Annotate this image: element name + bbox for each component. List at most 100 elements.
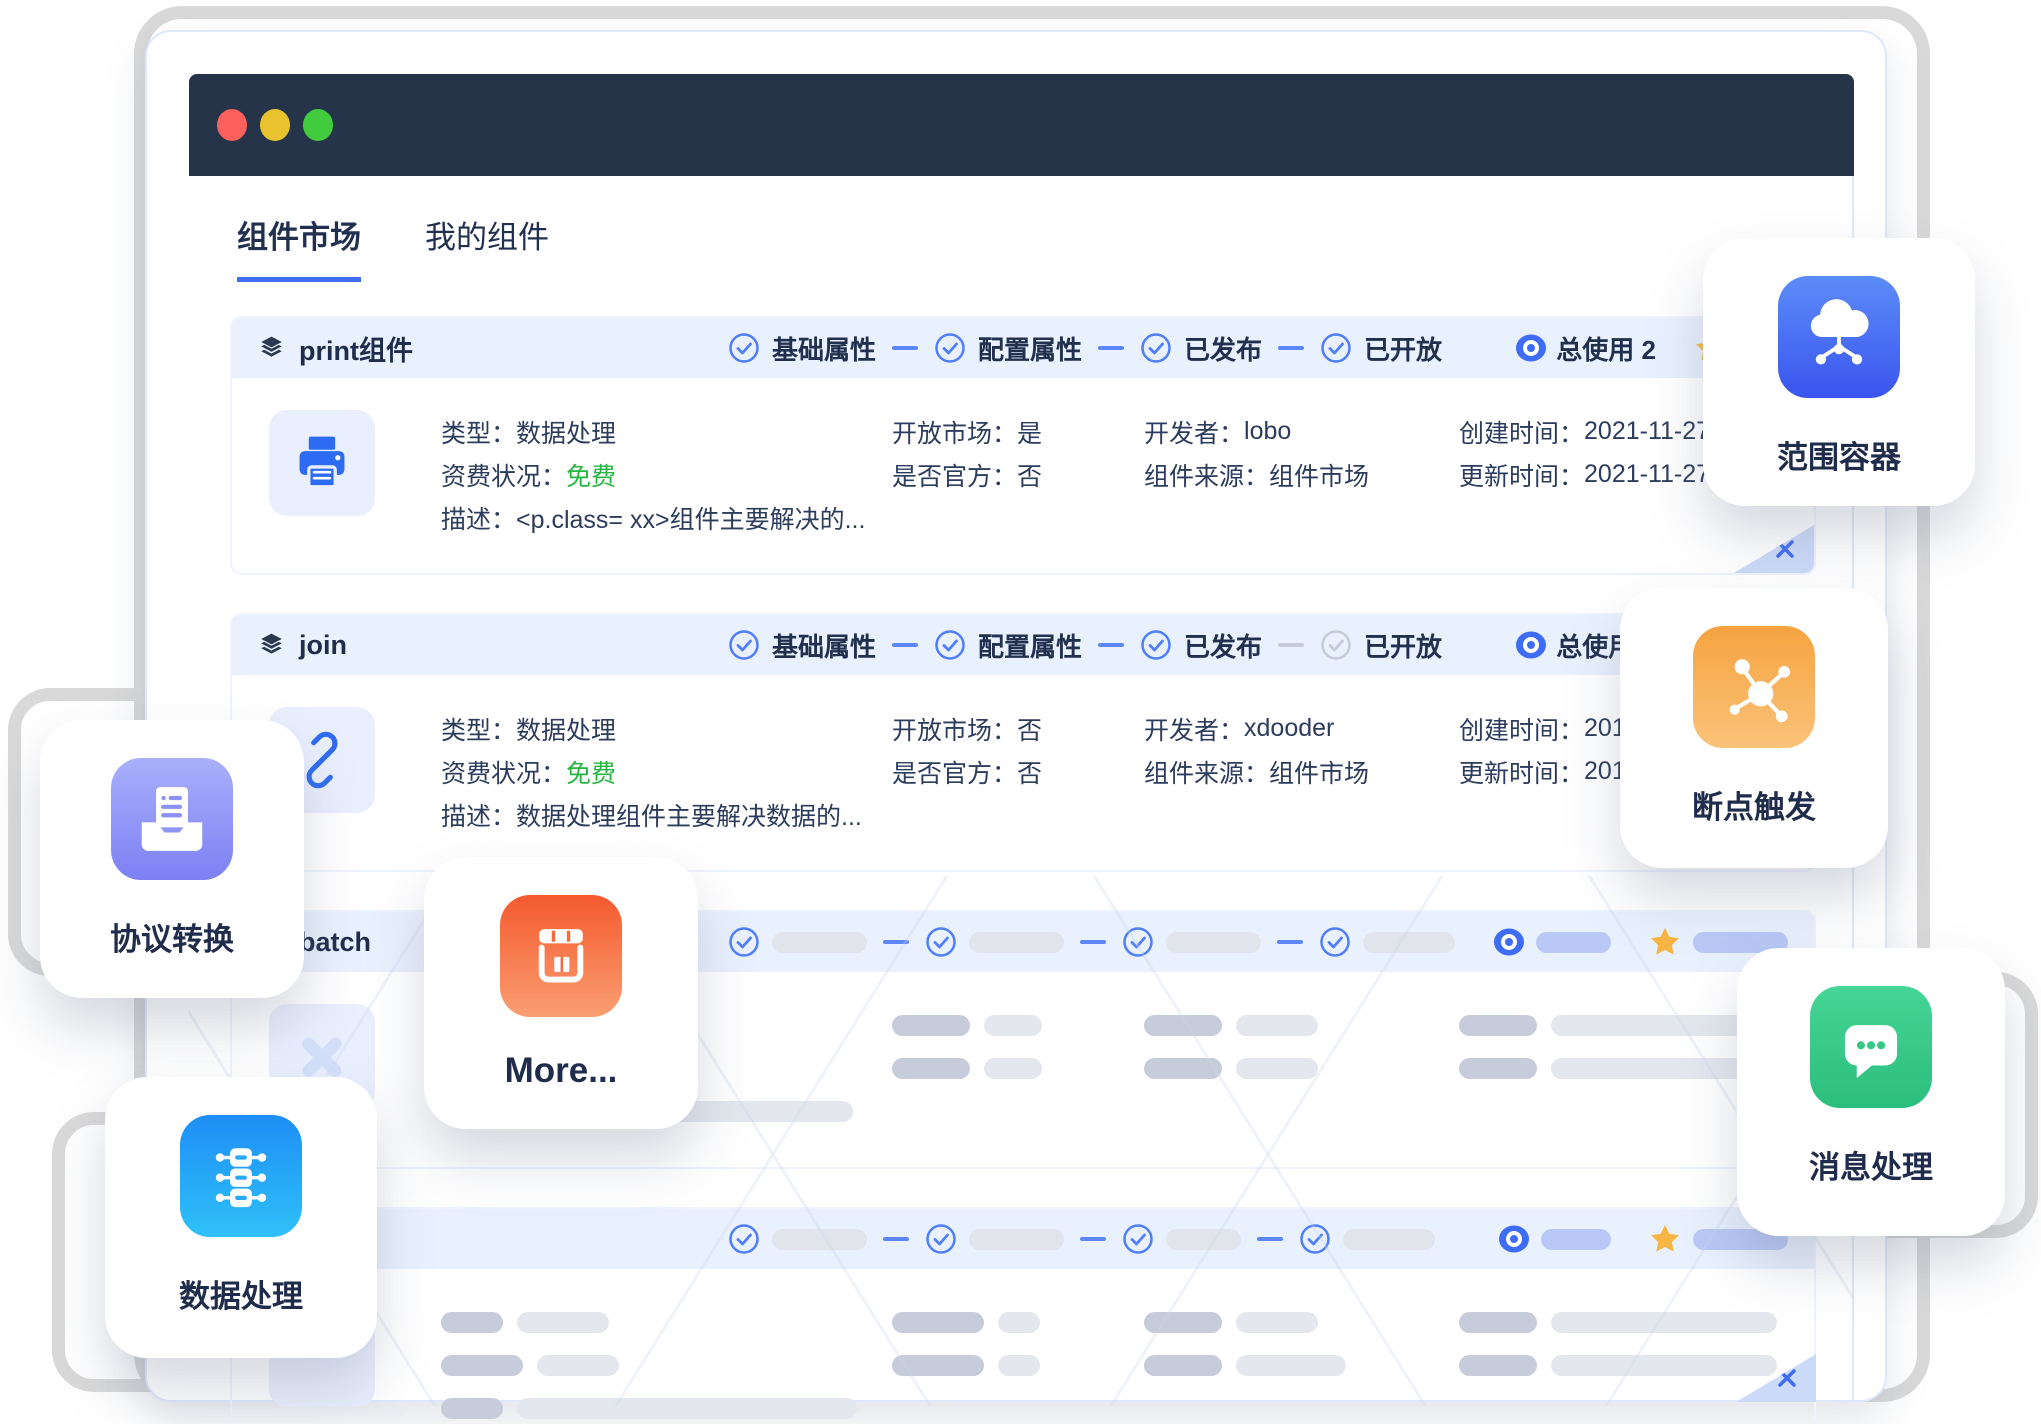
field-value: 数据处理 [516,711,616,747]
star-icon [1649,926,1681,958]
step-dash [883,940,909,944]
field-label: 组件来源： [1144,457,1269,493]
float-card-label: 数据处理 [179,1271,303,1316]
field-value: <p.class= xx>组件主要解决的... [516,500,865,536]
field-label: 更新时间： [1459,457,1584,493]
minimize-traffic-light-icon[interactable] [260,109,290,141]
field-label: 创建时间： [1459,414,1584,450]
component-details: 类型：数据处理 资费状况：免费 描述：<p.class= xx>组件主要解决的.… [232,378,1814,573]
eye-icon [1499,1224,1529,1254]
skeleton-pill [969,932,1064,953]
skeleton-pill [998,1355,1040,1376]
field-label: 类型： [441,414,516,450]
skeleton-pill [517,1312,609,1333]
layers-icon [258,335,285,362]
data-nodes-icon [180,1115,302,1237]
status-steps-skeleton [728,1223,1435,1255]
skeleton-pill [517,1398,857,1419]
layers-icon [258,632,285,659]
skeleton-pill [1343,1229,1435,1250]
component-row-join[interactable]: join 基础属性 配置属性 已发布 已开放 [230,613,1816,872]
field-value: 否 [1017,457,1042,493]
check-circle-icon [728,332,760,364]
check-circle-icon [728,1223,760,1255]
skeleton-pill [1541,1229,1611,1250]
cloud-network-icon [1778,276,1900,398]
skeleton-pill [1236,1312,1318,1333]
float-card-protocol-conversion[interactable]: 协议转换 [40,720,304,998]
float-card-label: 断点触发 [1692,782,1816,827]
field-label: 是否官方： [892,457,1017,493]
skeleton-pill [984,1058,1042,1079]
field-value: 数据处理 [516,414,616,450]
component-name: batch [299,927,371,958]
tab-component-market[interactable]: 组件市场 [237,212,361,282]
skeleton-pill [969,1229,1064,1250]
check-circle-icon [1320,332,1352,364]
field-value: lobo [1244,417,1291,446]
step-dash [1080,940,1106,944]
status-steps-skeleton [728,926,1455,958]
field-label: 开发者： [1144,711,1244,747]
skeleton-pill [998,1312,1040,1333]
float-card-data-processing[interactable]: 数据处理 [105,1077,377,1358]
eye-icon [1494,927,1524,957]
step-dash [1080,1237,1106,1241]
component-row-skeleton[interactable] [230,1207,1816,1424]
check-circle-icon [925,926,957,958]
skeleton-pill [1144,1312,1222,1333]
store-icon [500,895,622,1017]
check-circle-icon [925,1223,957,1255]
skeleton-pill [1459,1058,1537,1079]
field-value: xdooder [1244,714,1334,743]
check-circle-icon [1122,1223,1154,1255]
skeleton-pill [1236,1355,1346,1376]
skeleton-pill [1459,1312,1537,1333]
chat-bubble-icon [1810,986,1932,1108]
skeleton-pill [1363,932,1455,953]
window-titlebar [189,74,1854,176]
eye-icon [1516,630,1546,660]
skeleton-pill [441,1398,503,1419]
check-circle-icon [934,332,966,364]
field-label: 开放市场： [892,711,1017,747]
field-value: 是 [1017,414,1042,450]
check-circle-icon [728,629,760,661]
skeleton-pill [892,1015,970,1036]
float-card-range-container[interactable]: 范围容器 [1703,238,1975,506]
field-label: 开发者： [1144,414,1244,450]
float-card-breakpoint-trigger[interactable]: 断点触发 [1620,588,1888,868]
step-dash [1278,346,1304,350]
component-name: join [299,630,347,661]
step-dash [1098,346,1124,350]
field-label: 更新时间： [1459,754,1584,790]
close-traffic-light-icon[interactable] [217,109,247,141]
field-label: 组件来源： [1144,754,1269,790]
float-card-message-processing[interactable]: 消息处理 [1737,948,2005,1236]
step-dash [892,346,918,350]
skeleton-pill [1459,1355,1537,1376]
check-circle-gray-icon [1320,629,1352,661]
screenshot-stage: 组件市场 我的组件 print组件 基础属性 [0,0,2041,1424]
skeleton-pill [1144,1015,1222,1036]
printer-icon [269,410,375,516]
skeleton-pill [1236,1015,1318,1036]
skeleton-pill [892,1058,970,1079]
field-value: 数据处理组件主要解决数据的... [516,797,862,833]
field-value-free: 免费 [566,457,616,493]
component-row-print[interactable]: print组件 基础属性 配置属性 已发布 已开放 [230,316,1816,575]
step-dash [883,1237,909,1241]
skeleton-pill [1536,932,1611,953]
skeleton-pill [1144,1355,1222,1376]
skeleton-pill [772,1229,867,1250]
float-card-more[interactable]: More... [424,857,698,1129]
step-dash [1257,1237,1283,1241]
float-card-label: 消息处理 [1809,1142,1933,1187]
step-dash [1278,643,1304,647]
tab-my-components[interactable]: 我的组件 [425,212,549,282]
step-dash [1277,940,1303,944]
maximize-traffic-light-icon[interactable] [303,109,333,141]
field-label: 开放市场： [892,414,1017,450]
skeleton-pill [1236,1058,1318,1079]
eye-icon [1516,333,1546,363]
